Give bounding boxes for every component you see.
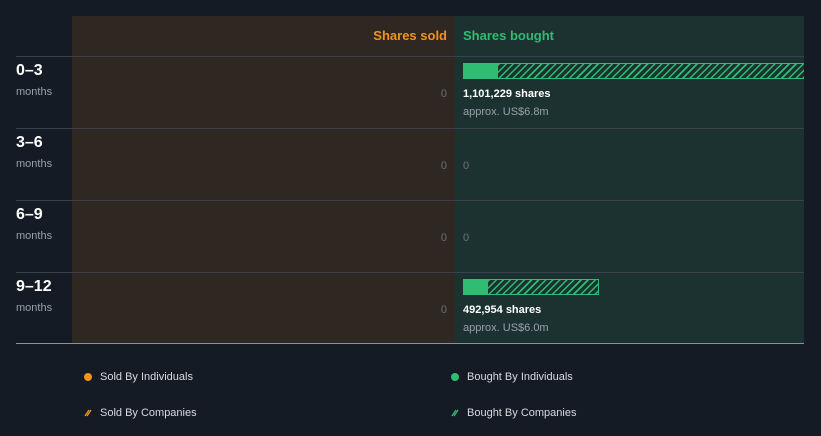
row-divider	[16, 56, 804, 57]
bought-shares-label: 492,954 shares	[463, 304, 542, 316]
sold-value: 0	[440, 160, 447, 172]
bought-value-label: approx. US$6.0m	[463, 322, 549, 334]
legend-bought-companies: Bought By Companies	[467, 407, 577, 419]
period-unit: months	[16, 158, 53, 170]
sold-value: 0	[440, 304, 447, 316]
bought-individuals-bar	[463, 279, 487, 295]
row-divider	[16, 200, 804, 201]
bought-value-label: approx. US$6.8m	[463, 106, 549, 118]
legend-sold-individuals: Sold By Individuals	[100, 371, 193, 383]
period-unit: months	[16, 86, 53, 98]
bought-value: 0	[463, 232, 470, 244]
row-divider	[16, 272, 804, 273]
sold-value: 0	[440, 232, 447, 244]
sold-individuals-legend-icon	[84, 373, 92, 381]
bought-individuals-bar	[463, 63, 497, 79]
period-label-9-12: 9–12	[16, 278, 52, 295]
period-unit: months	[16, 230, 53, 242]
legend-bought-individuals: Bought By Individuals	[467, 371, 573, 383]
sold-companies-legend-icon	[84, 409, 92, 417]
shares-sold-header: Shares sold	[373, 28, 447, 43]
legend-sold-companies: Sold By Companies	[100, 407, 197, 419]
bought-companies-bar	[497, 63, 804, 79]
period-label-0-3: 0–3	[16, 62, 43, 79]
period-label-6-9: 6–9	[16, 206, 43, 223]
sold-value: 0	[440, 88, 447, 100]
row-divider	[16, 128, 804, 129]
bought-companies-bar	[487, 279, 599, 295]
period-unit: months	[16, 302, 53, 314]
shares-bought-header: Shares bought	[463, 28, 555, 43]
shares-sold-panel	[72, 16, 455, 343]
period-label-3-6: 3–6	[16, 134, 43, 151]
bought-value: 0	[463, 160, 470, 172]
bought-companies-legend-icon	[451, 409, 459, 417]
bought-individuals-legend-icon	[451, 373, 459, 381]
bought-shares-label: 1,101,229 shares	[463, 88, 551, 100]
chart-baseline	[16, 343, 804, 344]
